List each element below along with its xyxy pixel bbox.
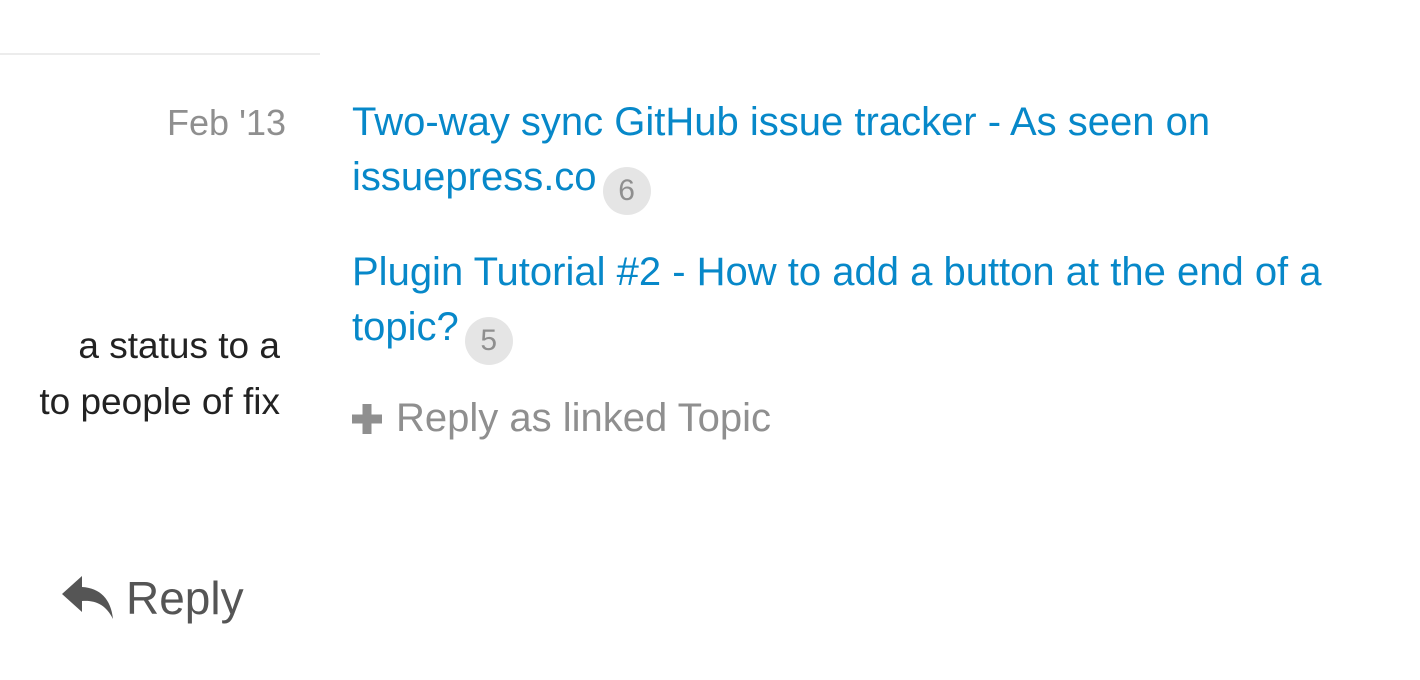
- post-body-line: a status to a: [78, 325, 280, 366]
- linked-topic-item: Two-way sync GitHub issue tracker - As s…: [352, 95, 1412, 215]
- linked-topic-item: Plugin Tutorial #2 - How to add a button…: [352, 245, 1412, 365]
- post-body-line: to people of fix: [39, 381, 280, 422]
- post-divider: [0, 53, 320, 55]
- topic-post-view: Feb '13 a status to a to people of fix R…: [0, 0, 1420, 680]
- reply-arrow-icon: [62, 576, 114, 620]
- linked-topics-list: Two-way sync GitHub issue tracker - As s…: [352, 95, 1412, 446]
- reply-as-linked-topic-label: Reply as linked Topic: [396, 396, 772, 440]
- reply-count-badge: 6: [602, 167, 651, 215]
- reply-button[interactable]: Reply: [62, 568, 244, 628]
- plus-icon: [352, 403, 382, 434]
- post-body: a status to a to people of fix: [39, 318, 280, 430]
- linked-topic-link[interactable]: Two-way sync GitHub issue tracker - As s…: [352, 100, 1210, 199]
- post-date[interactable]: Feb '13: [100, 101, 286, 145]
- reply-count-badge: 5: [464, 317, 513, 365]
- reply-as-linked-topic-button[interactable]: Reply as linked Topic: [352, 391, 1412, 446]
- reply-button-label: Reply: [126, 572, 244, 624]
